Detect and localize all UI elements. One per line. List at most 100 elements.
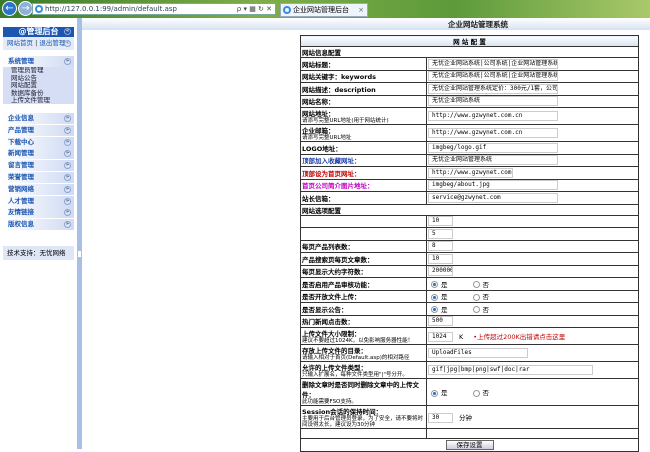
config-input[interactable]: imgbeg/logo.gif bbox=[428, 142, 558, 153]
expand-icon[interactable]: » bbox=[64, 209, 71, 217]
sidebar-menu[interactable]: 企业信息 » bbox=[3, 113, 74, 124]
menu-label: 友情链接 bbox=[8, 208, 34, 217]
browser-tab[interactable]: 企业网站管理后台 × bbox=[280, 3, 368, 17]
config-row: 存放上传文件的目录： 请输入相对于首页(Default.asp)的相对路径 Uplo… bbox=[300, 344, 639, 362]
row-label: 企业邮箱： 请添写完整URL地址 bbox=[300, 124, 427, 142]
section-title: 网站信息配置 bbox=[300, 46, 639, 58]
address-tools[interactable]: ρ ▾ ▦ ↻ ✕ bbox=[237, 4, 272, 14]
row-hint: 此功能需要FSO支持。 bbox=[302, 399, 357, 405]
radio-no[interactable] bbox=[472, 389, 480, 397]
menu-label: 新闻管理 bbox=[8, 149, 34, 158]
config-input[interactable]: 1024 bbox=[428, 331, 453, 342]
sidebar-item[interactable]: 上传文件管理 bbox=[3, 96, 74, 105]
config-input[interactable]: 无忧企业网站管理系统定价：300元/1套，公司网站 bbox=[428, 83, 558, 94]
config-input[interactable]: 无忧企业网站系统|公司系统|企业网站管理系统 bbox=[428, 58, 558, 69]
sidebar-menu[interactable]: 新闻管理 » bbox=[3, 148, 74, 160]
radio-no[interactable] bbox=[472, 306, 480, 314]
config-input[interactable]: imgbeg/about.jpg bbox=[428, 180, 558, 191]
browser-toolbar: ← → http://127.0.0.1:99/admin/default.as… bbox=[0, 0, 650, 18]
row-label: 是否启用产品审核功能： bbox=[300, 277, 427, 291]
expand-icon[interactable]: » bbox=[64, 150, 71, 158]
expand-icon[interactable]: » bbox=[64, 58, 71, 65]
config-input[interactable]: 10 bbox=[428, 253, 453, 264]
expand-icon[interactable]: » bbox=[64, 185, 71, 193]
config-input[interactable]: 无忧企业网站系统 bbox=[428, 96, 558, 107]
row-label: 允许的上传文件类型： 只输入扩展名，每种文件类型用"|"号分开。 bbox=[300, 361, 427, 379]
sidebar-title: @管理后台 « bbox=[3, 27, 74, 37]
config-row: 站长信箱： service@gzwynet.com bbox=[300, 191, 639, 205]
radio-yes[interactable] bbox=[431, 293, 438, 301]
row-hint: 只输入扩展名，每种文件类型用"|"号分开。 bbox=[302, 372, 408, 378]
radio-yes[interactable] bbox=[431, 281, 438, 289]
sidebar-menu[interactable]: 产品管理 » bbox=[3, 124, 74, 136]
config-input[interactable]: 5 bbox=[428, 228, 453, 239]
section-title: 网站选项配置 bbox=[300, 203, 639, 216]
config-input[interactable]: service@gzwynet.com bbox=[428, 192, 558, 203]
config-row: 企业邮箱： 请添写完整URL地址 http://www.gzwynet.com.cn bbox=[300, 124, 639, 142]
expand-icon[interactable]: » bbox=[64, 115, 71, 122]
sidebar-splitter[interactable] bbox=[77, 18, 82, 449]
sidebar-menu[interactable]: 人才管理 » bbox=[3, 195, 74, 207]
row-label: 是否开放文件上传： bbox=[300, 289, 427, 303]
config-input[interactable]: 200000 bbox=[428, 266, 453, 277]
logout-link[interactable]: 退出管理 bbox=[39, 39, 65, 47]
config-row: 顶部加入收藏网址： 无忧企业网站管理系统 bbox=[300, 153, 639, 167]
sidebar-menu[interactable]: 留言管理 » bbox=[3, 160, 74, 172]
expand-icon[interactable]: » bbox=[64, 126, 71, 134]
config-input[interactable]: http://www.gzwynet.com.cn bbox=[428, 128, 558, 138]
forward-button[interactable]: → bbox=[18, 1, 33, 16]
expand-icon[interactable]: » bbox=[64, 138, 71, 146]
ie-icon bbox=[283, 6, 291, 14]
menu-label: 产品管理 bbox=[8, 125, 34, 134]
section-row: 网站信息配置 bbox=[300, 46, 639, 58]
expand-icon[interactable]: » bbox=[64, 197, 71, 205]
home-link[interactable]: 网站首页 bbox=[7, 39, 33, 47]
tab-title: 企业网站管理后台 bbox=[293, 6, 349, 14]
config-input[interactable]: gif|jpg|bmp|png|swf|doc|rar bbox=[428, 365, 593, 375]
row-hint: 请输入相对于首页(Default.asp)的相对路径 bbox=[302, 355, 410, 361]
config-input[interactable]: 500 bbox=[428, 316, 453, 327]
row-label: 存放上传文件的目录： 请输入相对于首页(Default.asp)的相对路径 bbox=[300, 344, 427, 362]
close-tab-icon[interactable]: × bbox=[358, 4, 364, 16]
unit-label: 分钟 bbox=[459, 413, 472, 422]
row-hint: 请添写完整URL地址(用于网站统计) bbox=[302, 118, 389, 124]
back-button[interactable]: ← bbox=[2, 1, 17, 16]
support-text: 技术支持：无忧网络 bbox=[3, 246, 74, 260]
upload-note-link[interactable]: •上传超过200K出错请点击这里 bbox=[473, 333, 565, 341]
sidebar-menu[interactable]: 版权信息 » bbox=[3, 219, 74, 231]
sidebar-menu[interactable]: 下载中心 » bbox=[3, 136, 74, 148]
config-row: 允许的上传文件类型： 只输入扩展名，每种文件类型用"|"号分开。 gif|jpg|b… bbox=[300, 361, 639, 379]
expand-icon[interactable]: » bbox=[64, 162, 71, 170]
row-label: 删除文章时是否同时删除文章中的上传文件： 此功能需要FSO支持。 bbox=[300, 378, 427, 406]
radio-no[interactable] bbox=[472, 281, 480, 289]
expand-icon[interactable]: » bbox=[64, 221, 71, 229]
config-input[interactable]: 10 bbox=[428, 216, 453, 227]
row-label: 每页产品列表数： bbox=[300, 239, 427, 253]
group-header[interactable]: 系统管理» bbox=[3, 56, 74, 67]
config-input[interactable]: 30 bbox=[428, 412, 453, 423]
config-row: 是否启用产品审核功能：是否 bbox=[300, 277, 639, 291]
radio-no[interactable] bbox=[472, 293, 480, 301]
config-input[interactable]: 无忧企业网站管理系统 bbox=[428, 155, 558, 166]
config-input[interactable]: 8 bbox=[428, 241, 453, 252]
sidebar-menu[interactable]: 营销网络 » bbox=[3, 183, 74, 195]
ie-icon bbox=[35, 5, 43, 13]
sidebar-menu[interactable]: 荣誉管理 » bbox=[3, 172, 74, 183]
config-row: 10 bbox=[300, 214, 639, 228]
config-row: 产品搜索页每页文章数： 10 bbox=[300, 252, 639, 266]
expand-icon[interactable]: » bbox=[64, 174, 71, 181]
row-hint: 请添写完整URL地址 bbox=[302, 135, 352, 141]
config-input[interactable]: UploadFiles bbox=[428, 348, 528, 358]
collapse-icon[interactable]: « bbox=[64, 40, 71, 47]
config-input[interactable]: 无忧企业网站系统|公司系统|企业网站管理系统 bbox=[428, 71, 558, 82]
config-input[interactable]: http://www.gzwynet.com.cn bbox=[428, 167, 513, 178]
sidebar-menu[interactable]: 友情链接 » bbox=[3, 207, 74, 219]
radio-yes[interactable] bbox=[431, 389, 438, 397]
radio-yes[interactable] bbox=[431, 306, 438, 314]
address-bar[interactable]: http://127.0.0.1:99/admin/default.asp ρ ▾… bbox=[32, 3, 276, 15]
row-label: 网站地址： 请添写完整URL地址(用于网站统计) bbox=[300, 107, 427, 125]
collapse-icon[interactable]: « bbox=[64, 28, 71, 35]
system-group: 系统管理» 管理员管理 网站公告 网站配置 数据库备份 上传文件管理 bbox=[3, 56, 74, 104]
config-input[interactable]: http://www.gzwynet.com.cn bbox=[428, 111, 558, 121]
row-label: 每页显示大约字符数： bbox=[300, 264, 427, 278]
